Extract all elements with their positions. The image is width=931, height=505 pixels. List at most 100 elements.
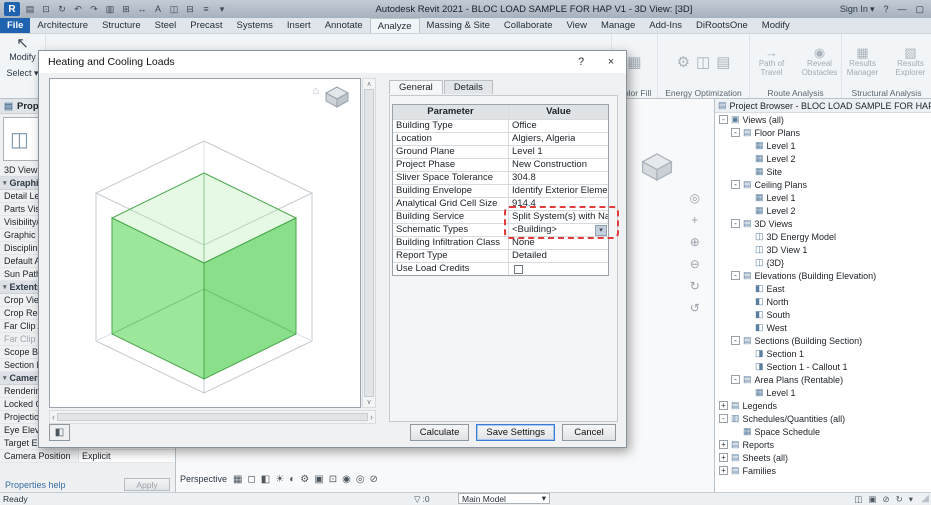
shadows-icon[interactable]: ◐	[289, 474, 295, 485]
exclude-options-icon[interactable]: ⊘	[882, 494, 889, 505]
energy-settings-icon[interactable]: ⚙	[677, 53, 690, 71]
sun-path-icon[interactable]: ☀	[275, 474, 284, 485]
section-icon[interactable]: ⊟	[184, 4, 196, 15]
tree-item-site[interactable]: ▦Site	[715, 165, 931, 178]
expander-collapse-icon[interactable]: -	[719, 115, 728, 124]
tree-item-level-1[interactable]: ▦Level 1	[715, 139, 931, 152]
thin-lines-icon[interactable]: ≡	[200, 4, 212, 15]
dialog-button-cancel[interactable]: Cancel	[562, 424, 616, 441]
ribbon-tab-add-ins[interactable]: Add-Ins	[642, 18, 689, 33]
analytical-model-icon[interactable]: ⊘	[370, 474, 378, 485]
active-workset-select[interactable]: Main Model▾	[458, 493, 550, 504]
ribbon-tab-collaborate[interactable]: Collaborate	[497, 18, 560, 33]
background-processes-icon[interactable]: ↻	[896, 494, 903, 505]
duct-color-fill-icon[interactable]: ▦	[627, 53, 641, 71]
ribbon-tab-modify[interactable]: Modify	[755, 18, 797, 33]
scroll-down-icon[interactable]: ∨	[366, 398, 371, 406]
aligned-dimension-icon[interactable]: ↔	[136, 4, 148, 15]
ribbon-tab-structure[interactable]: Structure	[95, 18, 148, 33]
scroll-left-icon[interactable]: ‹	[52, 412, 55, 422]
tree-item-legends[interactable]: +▤Legends	[715, 399, 931, 412]
tree-item-elevations-building-elevation[interactable]: -▤Elevations (Building Elevation)	[715, 269, 931, 282]
tree-item-reports[interactable]: +▤Reports	[715, 438, 931, 451]
tree-item-level-2[interactable]: ▦Level 2	[715, 152, 931, 165]
view-scale-icon[interactable]: ▦	[233, 474, 242, 485]
scrollbar-thumb[interactable]	[57, 413, 368, 421]
expander-collapse-icon[interactable]: -	[731, 336, 740, 345]
tree-item-3d-views[interactable]: -▤3D Views	[715, 217, 931, 230]
orbit-icon[interactable]: ↻	[690, 279, 700, 293]
expander-collapse-icon[interactable]: -	[719, 414, 728, 423]
design-options-icon[interactable]: ▣	[868, 494, 876, 505]
selection-toggle-icon[interactable]: ▾	[909, 494, 913, 505]
zoom-out-icon[interactable]: ⊖	[690, 257, 700, 271]
revit-app-icon[interactable]: R	[4, 2, 20, 16]
expander-collapse-icon[interactable]: -	[731, 271, 740, 280]
ribbon-tab-manage[interactable]: Manage	[594, 18, 642, 33]
worksharing-display-icon[interactable]: ◫	[854, 494, 862, 505]
ribbon-tab-precast[interactable]: Precast	[183, 18, 229, 33]
preview-visual-style-button[interactable]: ◧	[49, 424, 70, 441]
preview-vertical-scrollbar[interactable]: ∧ ∨	[362, 78, 376, 408]
tree-item-views-all[interactable]: -▣Views (all)	[715, 113, 931, 126]
customize-qat-icon[interactable]: ▾	[216, 4, 228, 15]
tree-item-west[interactable]: ◧West	[715, 321, 931, 334]
resize-grip[interactable]: ◢	[921, 493, 929, 504]
restore-button[interactable]: ▢	[915, 4, 924, 15]
view-scale-label[interactable]: Perspective	[180, 474, 227, 484]
tree-item-3d-energy-model[interactable]: ◫3D Energy Model	[715, 230, 931, 243]
crop-view-icon[interactable]: ▣	[314, 474, 323, 485]
crop-region-icon[interactable]: ⊡	[329, 474, 337, 485]
steering-wheel-icon[interactable]: ◎	[690, 191, 700, 205]
ribbon-tab-analyze[interactable]: Analyze	[370, 18, 420, 33]
ribbon-tab-steel[interactable]: Steel	[148, 18, 184, 33]
viewcube[interactable]	[640, 151, 674, 183]
select-dropdown[interactable]: Select ▾	[6, 68, 38, 79]
tree-item-space-schedule[interactable]: ▦Space Schedule	[715, 425, 931, 438]
expander-expand-icon[interactable]: +	[719, 440, 728, 449]
sign-in-button[interactable]: Sign In▾	[840, 4, 875, 15]
ribbon-tab-massing-site[interactable]: Massing & Site	[420, 18, 497, 33]
dialog-tab-general[interactable]: General	[389, 80, 443, 94]
expander-expand-icon[interactable]: +	[719, 466, 728, 475]
ribbon-tab-insert[interactable]: Insert	[280, 18, 318, 33]
dialog-help-button[interactable]: ?	[566, 51, 596, 73]
optimize-icon[interactable]: ▤	[716, 53, 730, 71]
rewind-icon[interactable]: ↺	[690, 301, 700, 315]
tree-item-sheets-all[interactable]: +▤Sheets (all)	[715, 451, 931, 464]
expander-collapse-icon[interactable]: -	[731, 128, 740, 137]
tree-item-3d[interactable]: ◫{3D}	[715, 256, 931, 269]
selection-filter[interactable]: ▽:0	[414, 494, 430, 505]
expander-collapse-icon[interactable]: -	[731, 180, 740, 189]
tree-item-section-1[interactable]: ◨Section 1	[715, 347, 931, 360]
ribbon-tab-architecture[interactable]: Architecture	[30, 18, 95, 33]
expander-collapse-icon[interactable]: -	[731, 219, 740, 228]
render-icon[interactable]: ⚙	[300, 474, 309, 485]
tree-item-level-1[interactable]: ▦Level 1	[715, 386, 931, 399]
ribbon-tab-view[interactable]: View	[560, 18, 594, 33]
tree-item-families[interactable]: +▤Families	[715, 464, 931, 477]
dialog-tab-details[interactable]: Details	[444, 80, 493, 94]
reveal-obstacles-button[interactable]: ◉Reveal Obstacles	[799, 46, 841, 77]
ribbon-tab-systems[interactable]: Systems	[229, 18, 279, 33]
tree-item-area-plans-rentable[interactable]: -▤Area Plans (Rentable)	[715, 373, 931, 386]
properties-help-link[interactable]: Properties help	[5, 480, 66, 490]
expander-expand-icon[interactable]: +	[719, 401, 728, 410]
detail-level-icon[interactable]: ◻	[247, 474, 255, 485]
tree-item-east[interactable]: ◧East	[715, 282, 931, 295]
sync-icon[interactable]: ↻	[56, 4, 68, 15]
ribbon-tab-annotate[interactable]: Annotate	[318, 18, 370, 33]
tree-item-sections-building-section[interactable]: -▤Sections (Building Section)	[715, 334, 931, 347]
scrollbar-thumb[interactable]	[364, 89, 374, 397]
dialog-title-bar[interactable]: Heating and Cooling Loads ? ×	[39, 51, 626, 73]
tree-item-3d-view-1[interactable]: ◫3D View 1	[715, 243, 931, 256]
minimize-button[interactable]: —	[897, 4, 906, 14]
model-preview[interactable]: ⌂	[49, 78, 361, 408]
tree-item-schedules-quantities-all[interactable]: -▥Schedules/Quantities (all)	[715, 412, 931, 425]
measure-icon[interactable]: ⊞	[120, 4, 132, 15]
results-manager-button[interactable]: ▦Results Manager	[842, 46, 884, 77]
expander-collapse-icon[interactable]: -	[731, 375, 740, 384]
print-icon[interactable]: ▥	[104, 4, 116, 15]
save-icon[interactable]: ⊡	[40, 4, 52, 15]
scroll-right-icon[interactable]: ›	[370, 412, 373, 422]
